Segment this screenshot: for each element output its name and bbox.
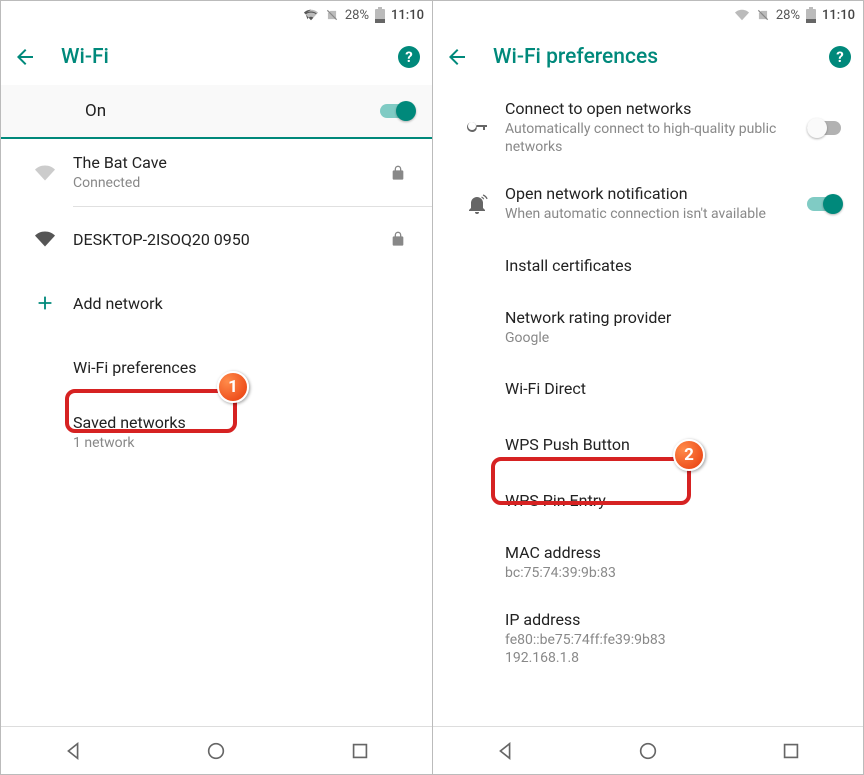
notification-switch[interactable]: [807, 194, 843, 214]
mac-value: bc:75:74:39:9b:83: [505, 564, 835, 582]
page-title: Wi-Fi preferences: [493, 45, 805, 69]
wps-push-button-row[interactable]: WPS Push Button: [433, 417, 863, 473]
wifi-direct-label: Wi-Fi Direct: [505, 379, 835, 398]
wifi-network-row[interactable]: The Bat Cave Connected: [1, 139, 432, 206]
nav-back-icon[interactable]: [62, 740, 84, 762]
open-networks-switch[interactable]: [807, 118, 843, 138]
help-icon[interactable]: ?: [398, 46, 420, 68]
saved-networks-row[interactable]: Saved networks 1 network: [1, 399, 432, 466]
wifi-signal-icon: [17, 163, 73, 183]
network-rating-title: Network rating provider: [505, 308, 835, 327]
status-bar: 28% 11:10: [433, 1, 863, 29]
wifi-preferences-row[interactable]: Wi-Fi preferences: [1, 335, 432, 399]
nav-bar: [433, 726, 863, 774]
page-title: Wi-Fi: [61, 45, 374, 69]
nav-home-icon[interactable]: [205, 740, 227, 762]
wifi-status-icon: [303, 8, 319, 22]
nav-recent-icon[interactable]: [349, 740, 371, 762]
battery-icon: [375, 7, 385, 23]
wifi-status-icon: [734, 8, 750, 22]
clock: 11:10: [391, 8, 424, 23]
mac-title: MAC address: [505, 543, 835, 562]
open-networks-title: Connect to open networks: [505, 99, 799, 118]
wifi-master-switch[interactable]: [380, 101, 416, 121]
ip-address-row: IP address fe80::be75:74ff:fe39:9b83 192…: [433, 596, 863, 671]
lock-icon: [384, 164, 412, 182]
wifi-preferences-label: Wi-Fi preferences: [73, 358, 404, 377]
bell-signal-icon: [449, 192, 505, 216]
key-icon: [449, 116, 505, 140]
battery-percent: 28%: [776, 8, 800, 23]
notification-title: Open network notification: [505, 184, 799, 203]
battery-percent: 28%: [345, 8, 369, 23]
install-certificates-label: Install certificates: [505, 256, 835, 275]
nav-bar: [1, 726, 432, 774]
mac-address-row: MAC address bc:75:74:39:9b:83: [433, 529, 863, 596]
saved-networks-title: Saved networks: [73, 413, 404, 432]
app-bar: Wi-Fi ?: [1, 29, 432, 85]
wps-pin-entry-row[interactable]: WPS Pin Entry: [433, 473, 863, 529]
wifi-signal-icon: [17, 229, 73, 249]
battery-icon: [806, 7, 816, 23]
wifi-direct-row[interactable]: Wi-Fi Direct: [433, 361, 863, 417]
app-bar: Wi-Fi preferences ?: [433, 29, 863, 85]
network-rating-sub: Google: [505, 329, 835, 347]
phone-right: 28% 11:10 Wi-Fi preferences ? Connect to…: [432, 1, 863, 774]
saved-networks-sub: 1 network: [73, 434, 404, 452]
connect-open-networks-row[interactable]: Connect to open networks Automatically c…: [433, 85, 863, 170]
back-icon[interactable]: [445, 45, 469, 69]
notification-sub: When automatic connection isn't availabl…: [505, 205, 799, 223]
nav-recent-icon[interactable]: [780, 740, 802, 762]
wps-pin-label: WPS Pin Entry: [505, 491, 835, 510]
nav-home-icon[interactable]: [637, 740, 659, 762]
install-certificates-row[interactable]: Install certificates: [433, 238, 863, 294]
nav-back-icon[interactable]: [494, 740, 516, 762]
wifi-network-name: The Bat Cave: [73, 153, 376, 172]
back-icon[interactable]: [13, 45, 37, 69]
help-icon[interactable]: ?: [829, 46, 851, 68]
add-network-row[interactable]: Add network: [1, 271, 432, 335]
plus-icon: [17, 292, 73, 314]
network-rating-row[interactable]: Network rating provider Google: [433, 294, 863, 361]
wifi-network-status: Connected: [73, 174, 376, 192]
wps-push-label: WPS Push Button: [505, 435, 835, 454]
clock: 11:10: [822, 8, 855, 23]
phone-left: 28% 11:10 Wi-Fi ? On The Bat Cave Conn: [1, 1, 432, 774]
wifi-network-row[interactable]: DESKTOP-2ISOQ20 0950: [1, 207, 432, 271]
add-network-label: Add network: [73, 294, 404, 313]
wifi-network-name: DESKTOP-2ISOQ20 0950: [73, 230, 376, 249]
no-sim-icon: [756, 7, 770, 23]
lock-icon: [384, 230, 412, 248]
ip-value: fe80::be75:74ff:fe39:9b83 192.168.1.8: [505, 631, 835, 667]
open-network-notification-row[interactable]: Open network notification When automatic…: [433, 170, 863, 237]
wifi-master-label: On: [85, 101, 106, 121]
status-bar: 28% 11:10: [1, 1, 432, 29]
wifi-master-switch-row[interactable]: On: [1, 85, 432, 139]
open-networks-sub: Automatically connect to high-quality pu…: [505, 120, 799, 156]
no-sim-icon: [325, 7, 339, 23]
ip-title: IP address: [505, 610, 835, 629]
